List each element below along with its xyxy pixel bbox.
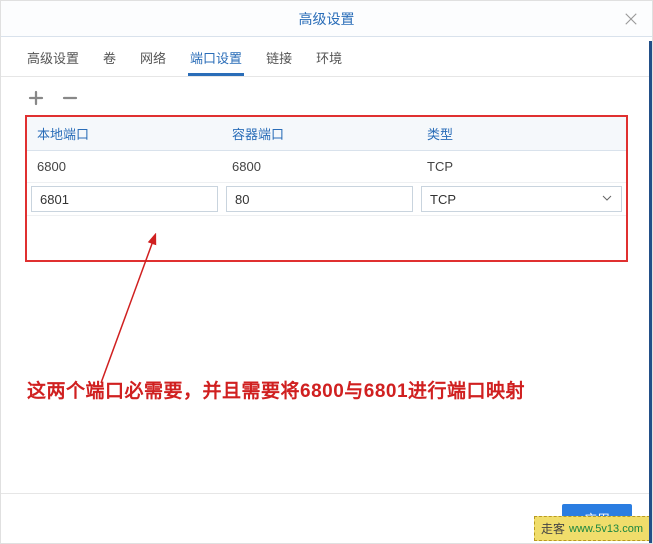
cell-local-port: 6800: [27, 152, 222, 181]
cell-type: TCP: [417, 152, 626, 181]
tab-ports[interactable]: 端口设置: [188, 38, 244, 76]
tab-volume[interactable]: 卷: [101, 38, 118, 76]
advanced-settings-dialog: 高级设置 高级设置 卷 网络 端口设置 链接 环境 本地端口 容器端口 类型 6…: [0, 0, 653, 544]
watermark-url: www.5v13.com: [569, 523, 643, 535]
tabs-bar: 高级设置 卷 网络 端口设置 链接 环境: [1, 37, 652, 77]
chevron-down-icon: [601, 192, 613, 207]
close-icon: [622, 10, 640, 28]
ports-table: 本地端口 容器端口 类型 6800 6800 TCP TCP: [25, 115, 628, 262]
table-header-row: 本地端口 容器端口 类型: [27, 117, 626, 151]
plus-icon: [27, 89, 45, 107]
table-toolbar: [1, 77, 652, 115]
tab-env[interactable]: 环境: [314, 38, 344, 76]
type-select[interactable]: TCP: [421, 186, 622, 212]
table-empty-area: [27, 216, 626, 260]
table-row[interactable]: 6800 6800 TCP: [27, 151, 626, 183]
col-container-port: 容器端口: [222, 117, 417, 150]
local-port-input[interactable]: [31, 186, 218, 212]
minus-icon: [61, 89, 79, 107]
table-row[interactable]: TCP: [27, 183, 626, 216]
watermark: 走客 www.5v13.com: [534, 516, 650, 541]
add-row-button[interactable]: [25, 87, 47, 109]
right-edge-decoration: [649, 41, 652, 543]
close-button[interactable]: [620, 8, 642, 30]
watermark-text: 走客: [541, 520, 565, 537]
container-port-input[interactable]: [226, 186, 413, 212]
tab-network[interactable]: 网络: [138, 38, 168, 76]
tab-links[interactable]: 链接: [264, 38, 294, 76]
annotation-text: 这两个端口必需要，并且需要将6800与6801进行端口映射: [27, 376, 525, 403]
dialog-titlebar: 高级设置: [1, 1, 652, 37]
col-type: 类型: [417, 117, 626, 150]
content-area: 本地端口 容器端口 类型 6800 6800 TCP TCP: [1, 115, 652, 262]
remove-row-button[interactable]: [59, 87, 81, 109]
cell-container-port: 6800: [222, 152, 417, 181]
dialog-title: 高级设置: [299, 9, 355, 29]
type-select-value: TCP: [430, 192, 456, 207]
tab-advanced[interactable]: 高级设置: [25, 38, 81, 76]
col-local-port: 本地端口: [27, 117, 222, 150]
